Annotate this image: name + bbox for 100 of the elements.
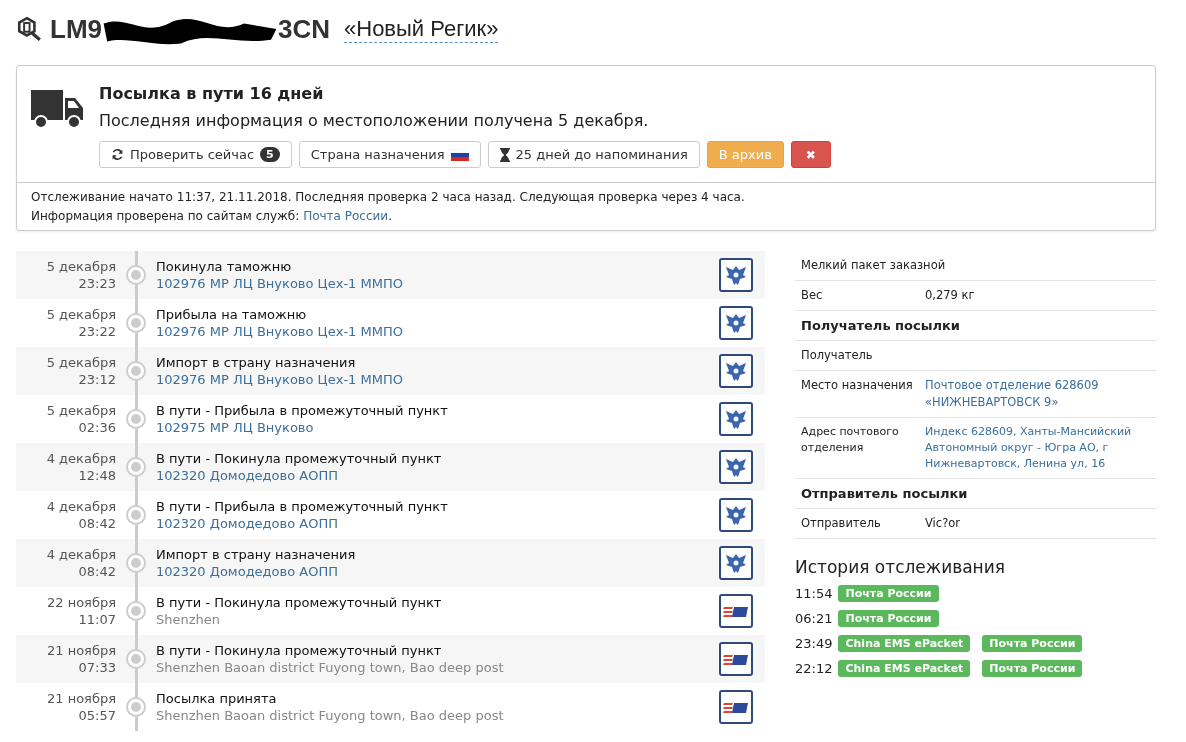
event-location: 102976 МР ЛЦ Внуково Цех-1 ММПО [156,371,404,388]
timeline-node [128,459,144,475]
event-date: 5 декабря [46,402,116,419]
event-date: 5 декабря [46,258,116,275]
event-title: В пути - Покинула промежуточный пункт [156,594,443,611]
event-location: 102320 Домодедово АОПП [156,563,339,580]
event-time: 08:42 [78,563,116,580]
post-office-link[interactable]: Почтовое отделение 628609 «НИЖНЕВАРТОВСК 9» [925,377,1150,411]
event-date: 5 декабря [46,306,116,323]
event-time: 05:57 [78,707,116,724]
service-tag: China EMS ePacket [838,660,971,677]
event-location: Shenzhen Baoan district Fuyong town, Bao deep post [156,659,505,676]
event-location: 102975 МР ЛЦ Внуково [156,419,315,436]
timeline-node [128,555,144,571]
timeline-node [128,315,144,331]
eagle-emblem-icon [719,450,753,484]
detail-label: Место назначения [801,377,914,394]
detail-label: Адрес почтового отделения [801,424,900,456]
detail-label: Отправитель [801,515,882,532]
event-time: 23:12 [78,371,116,388]
detail-value: Vic?or [925,515,960,532]
event-time: 23:22 [78,323,116,340]
event-title: Импорт в страну назначения [156,546,357,563]
timeline-node [128,603,144,619]
timeline-node [128,699,144,715]
hourglass-icon [499,147,510,162]
service-tag: Почта России [982,635,1083,652]
eagle-emblem-icon [719,354,753,388]
timeline-node [128,363,144,379]
check-time: 06:21 [795,611,833,626]
event-title: В пути - Покинула промежуточный пункт [156,450,443,467]
flag-icon [450,148,469,161]
refresh-icon [111,148,124,161]
check-time: 23:49 [795,636,833,651]
service-link[interactable]: Почта России [303,207,389,226]
search-package-icon [16,16,42,42]
event-date: 21 ноября [46,642,116,659]
service-tag: Почта России [838,610,939,627]
event-date: 4 декабря [46,498,116,515]
event-title: Посылка принята [156,690,278,707]
service-tag: China EMS ePacket [838,635,971,652]
event-date: 21 ноября [46,690,116,707]
history-heading: История отслеживания [795,557,1006,577]
delete-button[interactable]: ✖ [790,141,831,168]
tracking-number: LM9 [50,13,102,45]
event-location: 102976 МР ЛЦ Внуково Цех-1 ММПО [156,275,404,292]
status-message: Последняя информация о местоположении получена 5 декабря. [99,111,650,130]
event-title: Импорт в страну назначения [156,354,357,371]
service-tag: Почта России [838,585,939,602]
event-time: 02:36 [78,419,116,436]
section-heading: Получатель посылки [801,317,960,334]
detail-label: Вес [801,287,824,304]
stripes-logo-icon [719,594,753,628]
event-title: В пути - Прибыла в промежуточный пункт [156,402,449,419]
event-title: Прибыла на таможню [156,306,308,323]
post-office-address: Индекс 628609, Ханты-Мансийский Автономный округ - Югра АО, г Нижневартовск, Ленина ул, 16 [925,424,1133,472]
eagle-emblem-icon [719,498,753,532]
event-title: Покинула таможню [156,258,293,275]
parcel-name[interactable]: «Новый Регик» [344,15,499,43]
event-location: Shenzhen Baoan district Fuyong town, Bao deep post [156,707,505,724]
reminder-button[interactable]: 25 дней до напоминания [487,141,700,168]
timeline-node [128,267,144,283]
check-time: 11:54 [795,586,833,601]
package-type: Мелкий пакет заказной [801,257,946,274]
eagle-emblem-icon [719,306,753,340]
event-title: В пути - Прибыла в промежуточный пункт [156,498,449,515]
event-location: 102320 Домодедово АОПП [156,515,339,532]
event-time: 07:33 [78,659,116,676]
timeline-node [128,507,144,523]
event-date: 5 декабря [46,354,116,371]
detail-label: Получатель [801,347,874,364]
destination-country-button[interactable]: Страна назначения [298,141,481,168]
event-location: 102320 Домодедово АОПП [156,467,339,484]
event-location: 102976 МР ЛЦ Внуково Цех-1 ММПО [156,323,404,340]
timeline-node [128,411,144,427]
detail-value: 0,279 кг [925,287,975,304]
status-heading: Посылка в пути 16 дней [99,84,325,103]
section-heading: Отправитель посылки [801,485,968,502]
service-tag: Почта России [982,660,1083,677]
sources-label: Информация проверена по сайтам служб: [31,208,300,225]
count-badge: 5 [260,147,280,162]
check-time: 22:12 [795,661,833,676]
tracking-number: 3CN [278,13,330,45]
event-date: 22 ноября [46,594,116,611]
event-time: 11:07 [78,611,116,628]
event-title: В пути - Покинула промежуточный пункт [156,642,443,659]
stripes-logo-icon [719,642,753,676]
event-date: 4 декабря [46,450,116,467]
event-date: 4 декабря [46,546,116,563]
eagle-emblem-icon [719,402,753,436]
event-time: 23:23 [78,275,116,292]
check-now-button[interactable]: Проверить сейчас 5 [99,141,292,168]
eagle-emblem-icon [719,546,753,580]
event-time: 08:42 [78,515,116,532]
stripes-logo-icon [719,690,753,724]
eagle-emblem-icon [719,258,753,292]
timeline-node [128,651,144,667]
event-location: Shenzhen [156,611,222,628]
sources-period: . [388,208,392,225]
event-time: 12:48 [78,467,116,484]
